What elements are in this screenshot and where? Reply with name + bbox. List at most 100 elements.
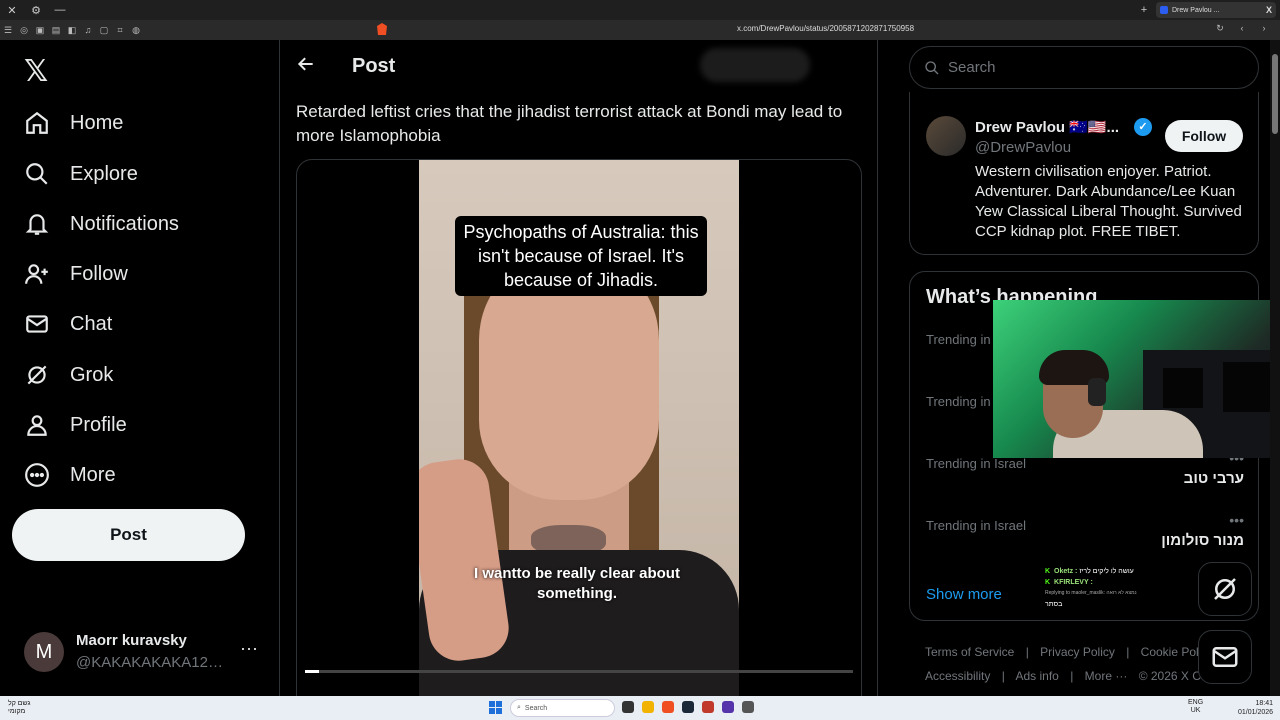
- app-icon[interactable]: [702, 701, 714, 713]
- nav-explore[interactable]: Explore: [24, 154, 138, 194]
- extension-icon[interactable]: ◧: [66, 25, 78, 36]
- mail-icon: [24, 311, 50, 337]
- extension-icon[interactable]: ◍: [130, 25, 142, 36]
- tab-x-logo: X: [1265, 5, 1272, 15]
- extension-icon[interactable]: ⌗: [114, 25, 126, 36]
- extension-icon[interactable]: ▣: [34, 25, 46, 36]
- trend-item[interactable]: Trending in Israel ••• מנור סולומון: [926, 512, 1244, 568]
- search-icon: [24, 161, 50, 187]
- footer-link[interactable]: More ···: [1085, 669, 1128, 683]
- address-bar[interactable]: x.com/DrewPavlou/status/2005871202871750…: [737, 24, 914, 33]
- settings-icon[interactable]: [742, 701, 754, 713]
- trend-context: Trending in Israel: [926, 456, 1026, 471]
- nav-profile[interactable]: Profile: [24, 405, 127, 445]
- nav-label: Explore: [70, 162, 138, 185]
- video-caption: Psychopaths of Australia: this isn't bec…: [455, 216, 707, 296]
- forward-nav-icon[interactable]: ›: [1258, 23, 1270, 34]
- app-icon[interactable]: [722, 701, 734, 713]
- grok-icon: [1214, 578, 1236, 600]
- brave-shield-icon[interactable]: [377, 23, 387, 35]
- webcam-overlay: [993, 300, 1280, 458]
- nav-label: More: [70, 463, 116, 486]
- weather-sub: מקומי: [8, 708, 26, 715]
- taskbar-search-placeholder: Search: [524, 704, 548, 712]
- trend-context: Trending in: [926, 394, 991, 409]
- language-indicator[interactable]: ENG UK: [1188, 699, 1203, 715]
- extension-icon[interactable]: ▢: [98, 25, 110, 36]
- task-view-icon[interactable]: [622, 701, 634, 713]
- minimize-icon[interactable]: —: [48, 4, 72, 16]
- messages-floating-button[interactable]: [1198, 630, 1252, 684]
- scrollbar-thumb[interactable]: [1272, 54, 1278, 134]
- profile-handle[interactable]: @DrewPavlou: [975, 139, 1071, 156]
- footer-link[interactable]: Privacy Policy: [1040, 645, 1115, 659]
- system-clock[interactable]: 18:41 01/01/2026: [1238, 699, 1273, 717]
- back-arrow-icon[interactable]: [296, 54, 316, 80]
- grok-floating-button[interactable]: [1198, 562, 1252, 616]
- new-tab-icon[interactable]: +: [1132, 4, 1156, 16]
- footer-link[interactable]: Terms of Service: [925, 645, 1014, 659]
- footer-divider: |: [1001, 669, 1005, 683]
- close-window-icon[interactable]: ✕: [0, 4, 24, 17]
- extension-icon[interactable]: ▤: [50, 25, 62, 36]
- nav-more[interactable]: More: [24, 455, 116, 495]
- video-progress-bar[interactable]: [305, 670, 853, 673]
- account-handle: @KAKAKAKAKA123...: [76, 654, 226, 671]
- video-player[interactable]: Psychopaths of Australia: this isn't bec…: [296, 159, 862, 696]
- steam-icon[interactable]: [682, 701, 694, 713]
- nav-home[interactable]: Home: [24, 103, 123, 143]
- taskbar-search[interactable]: ⌕ Search: [510, 699, 615, 717]
- trend-menu-icon[interactable]: •••: [1229, 512, 1244, 528]
- weather-widget[interactable]: גשם קל מקומי: [8, 700, 30, 716]
- profile-name[interactable]: Drew Pavlou 🇦🇺🇺🇸...: [975, 118, 1119, 136]
- nav-label: Follow: [70, 262, 128, 285]
- browser-toolbar: ☰ ◎ ▣ ▤ ◧ ♫ ▢ ⌗ ◍ x.com/DrewPavlou/statu…: [0, 20, 1280, 40]
- post-button[interactable]: Post: [12, 509, 245, 561]
- back-nav-icon[interactable]: ‹: [1236, 23, 1248, 34]
- main-column: Post Retarded leftist cries that the jih…: [280, 40, 878, 696]
- account-menu-icon[interactable]: ···: [240, 638, 258, 659]
- account-switcher[interactable]: M Maorr kuravsky @KAKAKAKAKA123... ···: [24, 630, 264, 674]
- footer-link[interactable]: Ads info: [1016, 669, 1059, 683]
- browser-tab-bar: ✕ ⚙ — + Drew Pavlou ... X: [0, 0, 1280, 20]
- nav-follow[interactable]: Follow: [24, 254, 128, 294]
- follow-icon: [24, 261, 50, 287]
- taskbar-apps: [622, 701, 754, 713]
- footer-link[interactable]: Accessibility: [925, 669, 990, 683]
- nav-notifications[interactable]: Notifications: [24, 204, 179, 244]
- nav-grok[interactable]: Grok: [24, 355, 113, 395]
- trend-context: Trending in Israel: [926, 518, 1026, 533]
- chat-message: K Oketz : עושה לו ליקים לריז: [1045, 566, 1195, 577]
- grok-icon: [24, 362, 50, 388]
- mail-icon: [1212, 647, 1238, 667]
- extension-icon[interactable]: ◎: [18, 25, 30, 36]
- file-explorer-icon[interactable]: [642, 701, 654, 713]
- show-more-link[interactable]: Show more: [926, 586, 1002, 603]
- settings-icon[interactable]: ⚙: [24, 4, 48, 17]
- webcam-panel: [1223, 362, 1273, 412]
- avatar[interactable]: [926, 116, 966, 156]
- clock-time: 18:41: [1255, 700, 1274, 707]
- page-scrollbar[interactable]: [1270, 40, 1280, 696]
- start-button-icon[interactable]: [489, 701, 503, 715]
- reload-icon[interactable]: ↻: [1214, 23, 1226, 34]
- chat-username: KFIRLEVY :: [1054, 579, 1093, 586]
- search-input[interactable]: [948, 59, 1228, 76]
- search-bar[interactable]: [909, 46, 1259, 89]
- bell-icon: [24, 211, 50, 237]
- chat-message: K KFIRLEVY :: [1045, 577, 1195, 588]
- menu-icon[interactable]: ☰: [2, 25, 14, 36]
- nav-label: Notifications: [70, 212, 179, 235]
- lang: ENG: [1188, 699, 1204, 706]
- brave-browser-icon[interactable]: [662, 701, 674, 713]
- x-logo-icon[interactable]: 𝕏: [24, 54, 48, 89]
- browser-tab[interactable]: Drew Pavlou ... X: [1156, 2, 1276, 18]
- trend-item[interactable]: Trending in Israel ••• ערבי טוב: [926, 450, 1244, 506]
- nav-chat[interactable]: Chat: [24, 304, 112, 344]
- chat-text: עושה לו ליקים לריז: [1079, 568, 1134, 575]
- follow-button[interactable]: Follow: [1165, 120, 1243, 152]
- trend-context: Trending in: [926, 332, 991, 347]
- video-subtitle: I wantto be really clear about something…: [474, 565, 680, 602]
- kick-badge-icon: K: [1045, 568, 1051, 575]
- music-icon[interactable]: ♫: [82, 25, 94, 35]
